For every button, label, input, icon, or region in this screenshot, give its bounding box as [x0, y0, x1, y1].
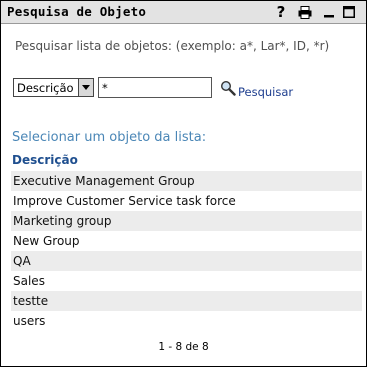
object-search-window: Pesquisa de Objeto ? Pesquisar lista de … [0, 0, 367, 367]
search-button[interactable]: Pesquisar [238, 85, 293, 99]
list-item[interactable]: testte [11, 291, 362, 311]
chevron-down-icon[interactable] [78, 79, 93, 96]
list-item[interactable]: QA [11, 251, 362, 271]
magnifier-icon[interactable] [220, 80, 236, 96]
list-item[interactable]: Sales [11, 271, 362, 291]
list-item[interactable]: New Group [11, 231, 362, 251]
list-item[interactable]: Marketing group [11, 211, 362, 231]
search-instructions: Pesquisar lista de objetos: (exemplo: a*… [15, 39, 330, 53]
column-header-description[interactable]: Descrição [12, 153, 78, 167]
list-item[interactable]: Improve Customer Service task force [11, 191, 362, 211]
pagination-status: 1 - 8 de 8 [158, 341, 209, 353]
print-icon[interactable] [297, 4, 313, 20]
list-caption: Selecionar um objeto da lista: [12, 130, 207, 145]
search-input[interactable] [98, 77, 212, 98]
window-title: Pesquisa de Objeto [7, 4, 147, 19]
list-item[interactable]: Executive Management Group [11, 171, 362, 191]
maximize-icon[interactable] [342, 4, 356, 20]
object-list: Executive Management Group Improve Custo… [11, 171, 362, 331]
list-item[interactable]: users [11, 311, 362, 331]
minimize-icon[interactable] [322, 4, 336, 20]
attribute-select-value: Descrição [17, 81, 74, 95]
attribute-select[interactable]: Descrição [13, 78, 94, 97]
title-bar: Pesquisa de Objeto ? [1, 1, 366, 24]
help-icon[interactable]: ? [274, 3, 288, 21]
